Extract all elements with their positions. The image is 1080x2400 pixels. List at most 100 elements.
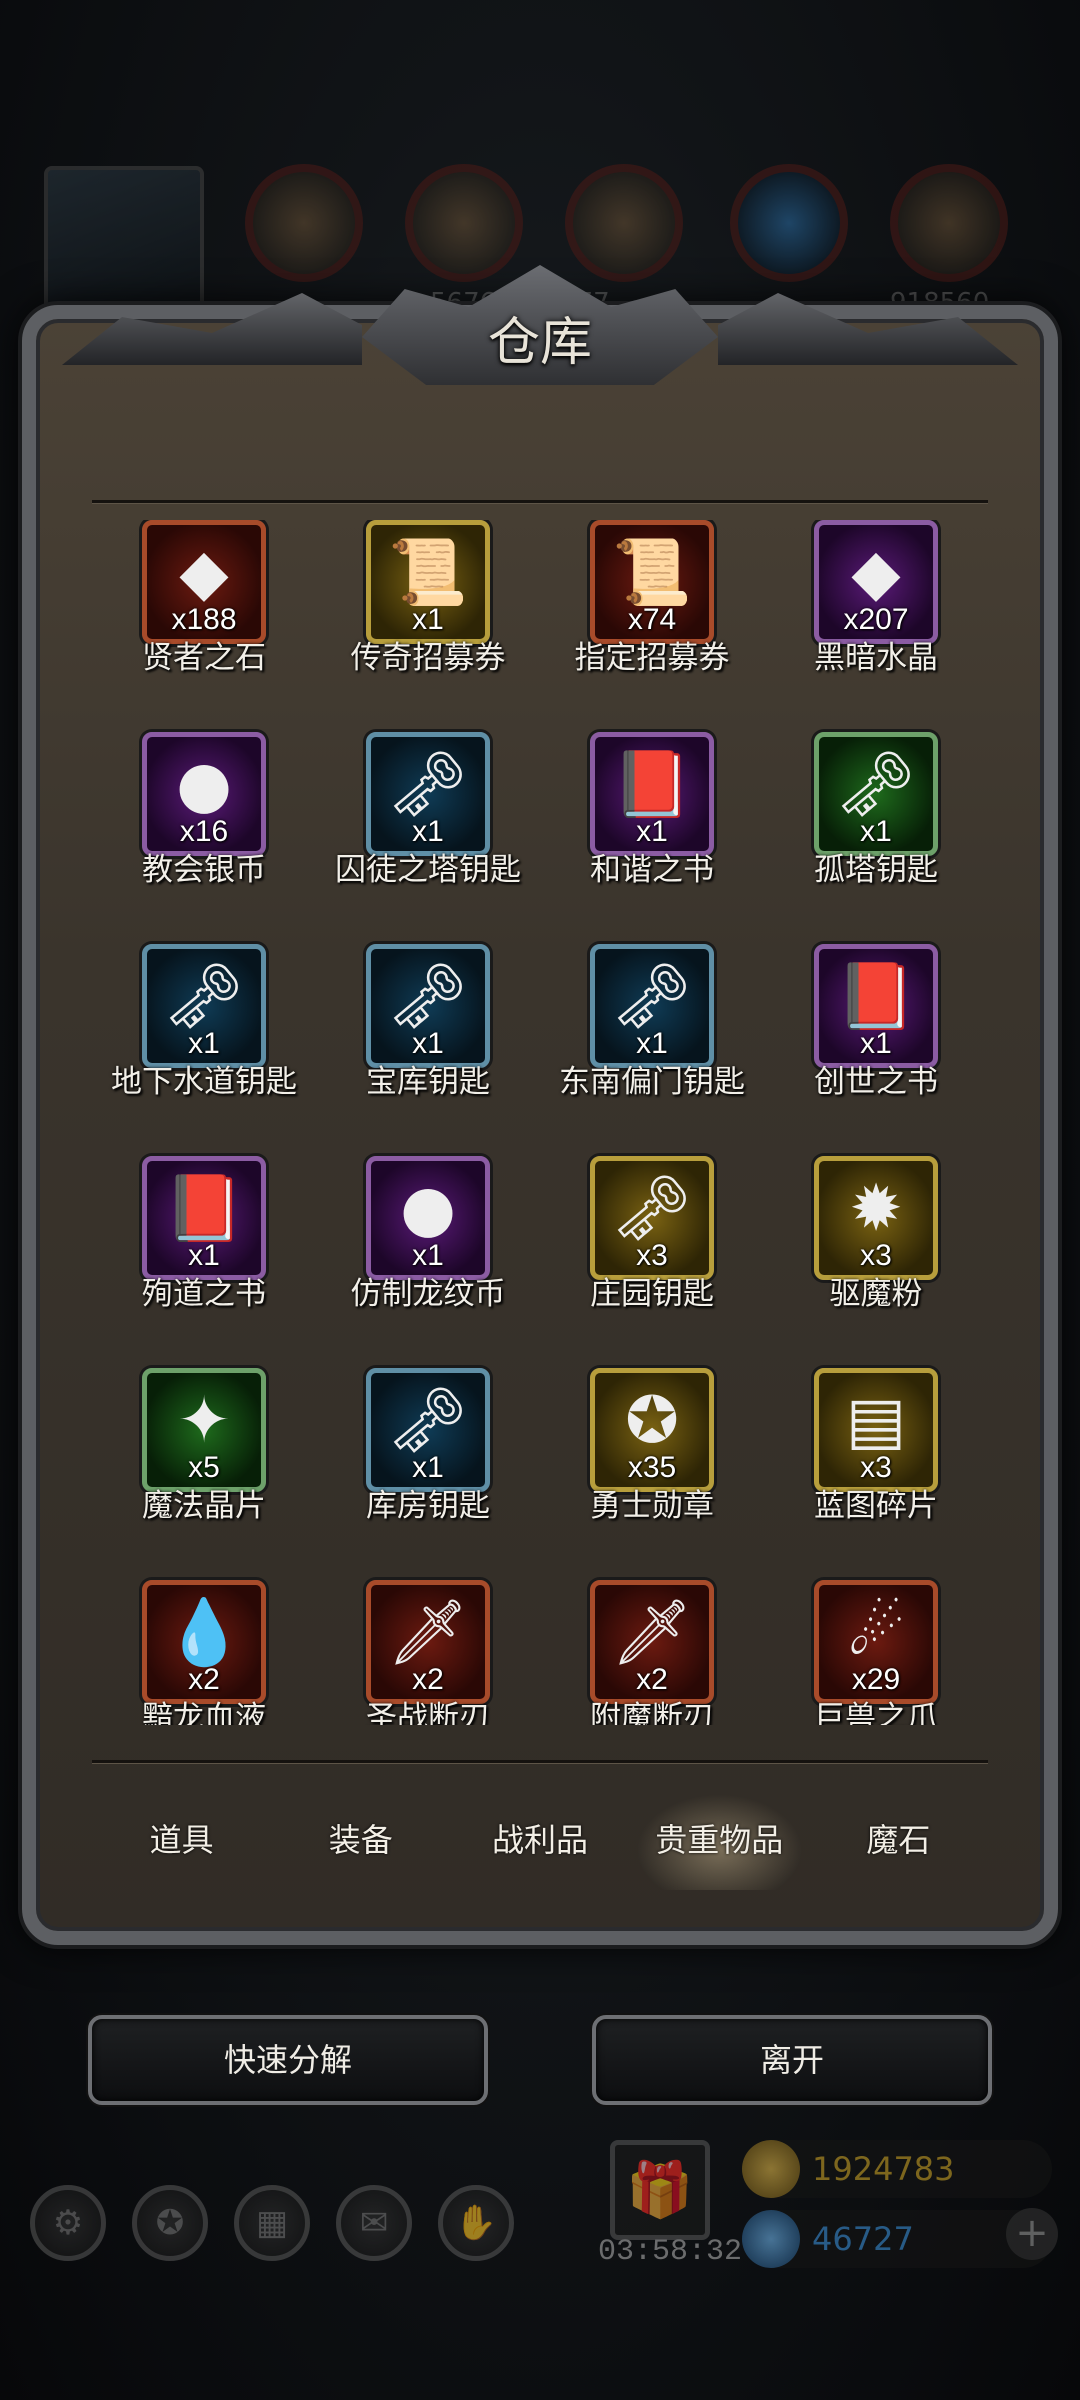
inventory-item[interactable]: ☄ x29 巨兽之爪 — [764, 1580, 988, 1725]
item-name: 贤者之石 — [142, 640, 266, 676]
claw-icon: ☄ — [847, 1596, 905, 1670]
inventory-item[interactable]: ▤ x3 蓝图碎片 — [764, 1368, 988, 1584]
tab-4[interactable]: 魔石 — [809, 1790, 988, 1890]
powder-icon: ✹ — [849, 1172, 903, 1246]
item-name: 黑暗水晶 — [814, 640, 938, 676]
inventory-item[interactable]: 🗡 x2 附魔断刃 — [540, 1580, 764, 1725]
item-name: 指定招募券 — [574, 640, 730, 676]
inventory-item[interactable]: ✪ x35 勇士勋章 — [540, 1368, 764, 1584]
broken-blade-icon: 🗡 — [611, 1596, 693, 1670]
inventory-item[interactable]: 📜 x74 指定招募券 — [540, 520, 764, 736]
gem-icon — [742, 2210, 800, 2268]
scroll-icon: 📜 — [388, 536, 468, 610]
item-slot[interactable]: 🗝 x1 — [366, 944, 490, 1068]
tab-3[interactable]: 贵重物品 — [629, 1790, 809, 1890]
inventory-item[interactable]: ◆ x188 贤者之石 — [92, 520, 316, 736]
mail-icon[interactable]: ✉ — [336, 2185, 412, 2261]
item-slot[interactable]: ◆ x207 — [814, 520, 938, 644]
item-slot[interactable]: 🗝 x1 — [814, 732, 938, 856]
category-tabs: 道具 装备 战利品 贵重物品 魔石 — [92, 1790, 988, 1890]
item-slot[interactable]: ▤ x3 — [814, 1368, 938, 1492]
key-icon: 🗝 — [387, 960, 469, 1034]
item-slot[interactable]: 🗡 x2 — [590, 1580, 714, 1704]
inventory-item[interactable]: 📜 x1 传奇招募券 — [316, 520, 540, 736]
gift-timer: 03:58:32 — [598, 2235, 743, 2269]
inventory-item[interactable]: ✦ x5 魔法晶片 — [92, 1368, 316, 1584]
key-icon: 🗝 — [387, 748, 469, 822]
item-slot[interactable]: ◆ x188 — [142, 520, 266, 644]
item-slot[interactable]: 🗡 x2 — [366, 1580, 490, 1704]
item-slot[interactable]: ● x16 — [142, 732, 266, 856]
blood-drop-icon: 💧 — [164, 1596, 244, 1670]
achievement-icon[interactable]: ✪ — [132, 2185, 208, 2261]
tab-0[interactable]: 道具 — [92, 1790, 271, 1890]
item-slot[interactable]: 📕 x1 — [142, 1156, 266, 1280]
item-name: 库房钥匙 — [366, 1488, 490, 1524]
scroll-icon: 📜 — [612, 536, 692, 610]
item-slot[interactable]: 📕 x1 — [814, 944, 938, 1068]
inventory-item[interactable]: 🗝 x1 东南偏门钥匙 — [540, 944, 764, 1160]
item-slot[interactable]: 💧 x2 — [142, 1580, 266, 1704]
bottom-bar: ⚙ ✪ ▦ ✉ ✋ 🎁 03:58:32 1924783 46727 + — [0, 2140, 1080, 2280]
item-slot[interactable]: ● x1 — [366, 1156, 490, 1280]
item-slot[interactable]: 📕 x1 — [590, 732, 714, 856]
tab-2[interactable]: 战利品 — [450, 1790, 629, 1890]
item-grid[interactable]: ◆ x188 贤者之石 📜 x1 传奇招募券 📜 x74 指定招募券 ◆ x207 黑暗水晶 ● x16 教… — [92, 520, 988, 1725]
item-slot[interactable]: ✹ x3 — [814, 1156, 938, 1280]
add-currency-icon[interactable]: + — [1006, 2208, 1058, 2260]
inventory-item[interactable]: 📕 x1 殉道之书 — [92, 1156, 316, 1372]
item-name: 囚徒之塔钥匙 — [335, 852, 521, 888]
item-name: 创世之书 — [814, 1064, 938, 1100]
item-name: 教会银币 — [142, 852, 266, 888]
leave-button[interactable]: 离开 — [592, 2015, 992, 2105]
warehouse-modal: 仓库 ◆ x188 贤者之石 📜 x1 传奇招募券 📜 x74 指定招募券 ◆ x207 黑暗水晶 ● x… — [22, 265, 1058, 1965]
inventory-item[interactable]: 🗝 x1 囚徒之塔钥匙 — [316, 732, 540, 948]
crystal-shard-icon: ✦ — [177, 1384, 231, 1458]
item-name: 驱魔粉 — [829, 1276, 923, 1312]
item-slot[interactable]: 🗝 x1 — [366, 1368, 490, 1492]
item-slot[interactable]: 🗝 x1 — [590, 944, 714, 1068]
inventory-item[interactable]: 💧 x2 黯龙血液 — [92, 1580, 316, 1725]
inventory-item[interactable]: ◆ x207 黑暗水晶 — [764, 520, 988, 736]
codex-icon[interactable]: ▦ — [234, 2185, 310, 2261]
item-name: 传奇招募券 — [350, 640, 506, 676]
inventory-item[interactable]: 🗝 x1 孤塔钥匙 — [764, 732, 988, 948]
quick-decompose-button[interactable]: 快速分解 — [88, 2015, 488, 2105]
inventory-item[interactable]: ✹ x3 驱魔粉 — [764, 1156, 988, 1372]
inventory-item[interactable]: 🗝 x1 库房钥匙 — [316, 1368, 540, 1584]
silver-coin-icon: ● — [400, 1172, 456, 1246]
item-slot[interactable]: 📜 x1 — [366, 520, 490, 644]
key-icon: 🗝 — [163, 960, 245, 1034]
item-slot[interactable]: ☄ x29 — [814, 1580, 938, 1704]
item-slot[interactable]: ✪ x35 — [590, 1368, 714, 1492]
item-name: 东南偏门钥匙 — [559, 1064, 745, 1100]
divider-top — [92, 500, 988, 503]
inventory-item[interactable]: ● x16 教会银币 — [92, 732, 316, 948]
item-name: 孤塔钥匙 — [814, 852, 938, 888]
inventory-item[interactable]: 🗝 x3 庄园钥匙 — [540, 1156, 764, 1372]
inventory-item[interactable]: 🗡 x2 圣战断刃 — [316, 1580, 540, 1725]
item-slot[interactable]: 🗝 x1 — [366, 732, 490, 856]
inventory-item[interactable]: 📕 x1 创世之书 — [764, 944, 988, 1160]
medal-icon: ✪ — [625, 1384, 679, 1458]
gold-coin-icon — [742, 2140, 800, 2198]
divider-bottom — [92, 1760, 988, 1763]
gift-icon[interactable]: 🎁 — [610, 2140, 710, 2240]
key-icon: 🗝 — [387, 1384, 469, 1458]
item-name: 仿制龙纹币 — [350, 1276, 506, 1312]
item-slot[interactable]: 📜 x74 — [590, 520, 714, 644]
book-icon: 📕 — [836, 960, 916, 1034]
item-name: 和谐之书 — [590, 852, 714, 888]
settings-icon[interactable]: ⚙ — [30, 2185, 106, 2261]
key-icon: 🗝 — [611, 960, 693, 1034]
inventory-item[interactable]: 🗝 x1 地下水道钥匙 — [92, 944, 316, 1160]
inventory-item[interactable]: 📕 x1 和谐之书 — [540, 732, 764, 948]
item-slot[interactable]: 🗝 x1 — [142, 944, 266, 1068]
inventory-item[interactable]: 🗝 x1 宝库钥匙 — [316, 944, 540, 1160]
item-slot[interactable]: ✦ x5 — [142, 1368, 266, 1492]
gold-amount: 1924783 — [812, 2150, 955, 2188]
handshake-icon[interactable]: ✋ — [438, 2185, 514, 2261]
item-slot[interactable]: 🗝 x3 — [590, 1156, 714, 1280]
tab-1[interactable]: 装备 — [271, 1790, 450, 1890]
inventory-item[interactable]: ● x1 仿制龙纹币 — [316, 1156, 540, 1372]
